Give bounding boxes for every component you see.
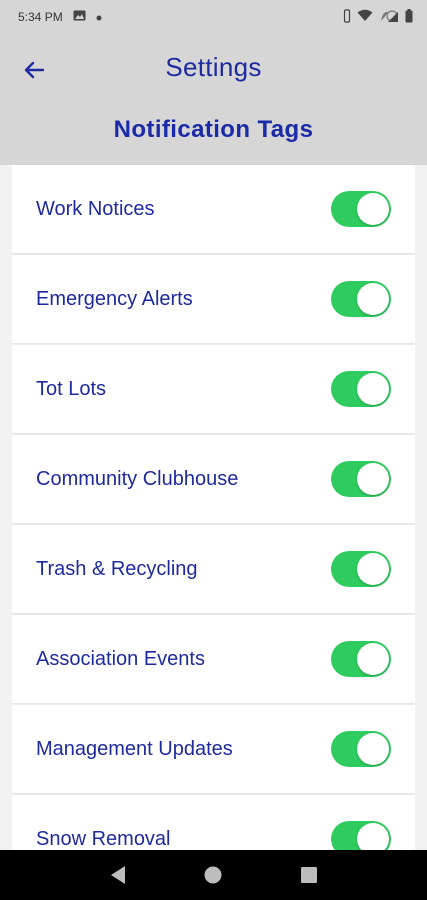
toggle-knob: [357, 193, 389, 225]
tag-label: Trash & Recycling: [36, 557, 198, 580]
tag-row-snow-removal: Snow Removal: [12, 795, 415, 850]
toggle-switch[interactable]: [331, 731, 391, 767]
tag-label: Emergency Alerts: [36, 287, 193, 310]
home-circle-icon: [204, 866, 222, 884]
toggle-switch[interactable]: [331, 371, 391, 407]
tag-row-community-clubhouse: Community Clubhouse: [12, 435, 415, 523]
dot-icon: [96, 10, 102, 24]
tag-label: Association Events: [36, 647, 205, 670]
notification-tag-list[interactable]: Work Notices Emergency Alerts Tot Lots C…: [12, 165, 415, 850]
page-title: Settings: [165, 52, 262, 82]
tag-row-tot-lots: Tot Lots: [12, 345, 415, 433]
back-triangle-icon: [110, 866, 125, 884]
toggle-switch[interactable]: [331, 551, 391, 587]
nav-recents-button[interactable]: [291, 857, 327, 893]
app-header: Settings Notification Tags: [0, 34, 427, 165]
tag-row-emergency-alerts: Emergency Alerts: [12, 255, 415, 343]
tag-row-association-events: Association Events: [12, 615, 415, 703]
toggle-knob: [357, 373, 389, 405]
system-nav-bar: [0, 850, 427, 900]
app-screen: 5:34 PM Settings Notification Tags Work …: [0, 0, 427, 900]
tag-label: Work Notices: [36, 197, 155, 220]
toggle-knob: [357, 553, 389, 585]
toggle-switch[interactable]: [331, 461, 391, 497]
toggle-knob: [357, 463, 389, 495]
section-title: Notification Tags: [113, 116, 314, 143]
toggle-knob: [357, 823, 389, 850]
status-bar: 5:34 PM: [0, 0, 427, 34]
recents-square-icon: [301, 867, 318, 883]
toggle-switch[interactable]: [331, 821, 391, 850]
toggle-switch[interactable]: [331, 191, 391, 227]
nav-home-button[interactable]: [195, 857, 231, 893]
battery-icon: [405, 8, 413, 26]
wifi-icon: [357, 9, 373, 25]
status-time: 5:34 PM: [18, 10, 63, 24]
tag-label: Snow Removal: [36, 827, 171, 850]
toggle-knob: [357, 733, 389, 765]
nav-back-button[interactable]: [100, 857, 136, 893]
image-icon: [73, 10, 86, 24]
status-right: [343, 8, 413, 26]
tag-row-management-updates: Management Updates: [12, 705, 415, 793]
tag-label: Tot Lots: [36, 377, 107, 400]
vibrate-icon: [343, 8, 351, 26]
signal-icon: [379, 9, 399, 26]
toggle-switch[interactable]: [331, 641, 391, 677]
toggle-switch[interactable]: [331, 281, 391, 317]
tag-row-work-notices: Work Notices: [12, 165, 415, 253]
tag-row-trash-recycling: Trash & Recycling: [12, 525, 415, 613]
toggle-knob: [357, 643, 389, 675]
tag-label: Management Updates: [36, 737, 233, 760]
toggle-knob: [357, 283, 389, 315]
status-left: 5:34 PM: [18, 10, 102, 24]
tag-label: Community Clubhouse: [36, 467, 239, 490]
